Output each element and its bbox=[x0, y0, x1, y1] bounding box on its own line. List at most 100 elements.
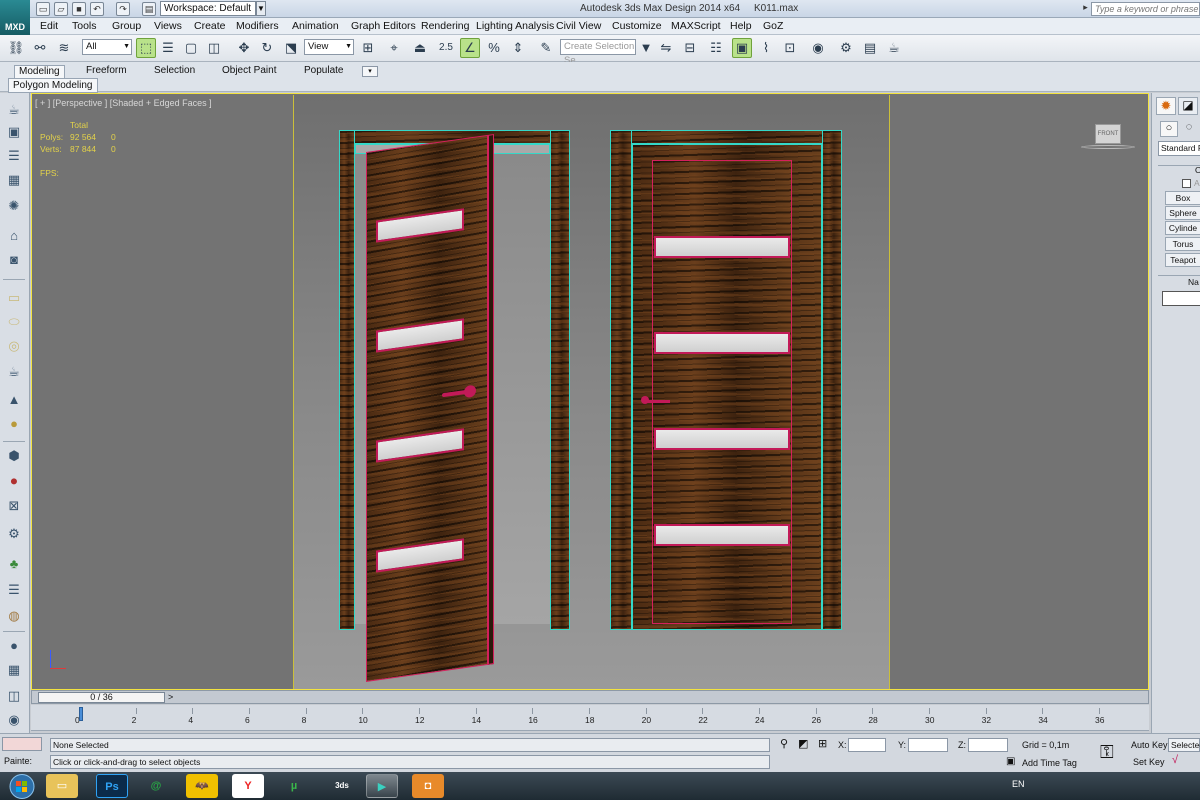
layer-list-icon[interactable]: ☰ bbox=[4, 147, 24, 166]
reference-coord-dropdown[interactable]: View ▼ bbox=[304, 39, 354, 55]
explorer-taskbar-icon[interactable]: ▭ bbox=[46, 774, 78, 798]
time-slider-next[interactable]: > bbox=[168, 692, 173, 702]
3dsmax-launcher-taskbar-icon[interactable]: 3ds bbox=[326, 774, 358, 798]
camera-icon[interactable]: ⌂ bbox=[4, 227, 24, 246]
time-slider[interactable]: 0 / 36 > bbox=[31, 690, 1149, 704]
menu-maxscript[interactable]: MAXScript bbox=[671, 20, 721, 32]
redo-icon[interactable]: ↷ bbox=[116, 2, 130, 16]
mail-agent-taskbar-icon[interactable]: @ bbox=[140, 774, 172, 798]
object-type-dropdown[interactable]: Standard P bbox=[1158, 141, 1200, 156]
light-icon[interactable]: ✺ bbox=[4, 197, 24, 216]
utorrent-taskbar-icon[interactable]: µ bbox=[278, 774, 310, 798]
rendered-frame-icon[interactable]: ▤ bbox=[860, 38, 880, 58]
stairs-icon[interactable]: ☰ bbox=[4, 581, 24, 600]
menu-customize[interactable]: Customize bbox=[612, 20, 662, 32]
tab-modeling[interactable]: Modeling bbox=[14, 65, 65, 79]
select-object-icon[interactable]: ⬚ bbox=[136, 38, 156, 58]
shapes-icon[interactable]: ◌ bbox=[1180, 121, 1198, 137]
schematic-view-icon[interactable]: ⊡ bbox=[780, 38, 800, 58]
start-button-icon[interactable] bbox=[6, 773, 38, 800]
tab-selection[interactable]: Selection bbox=[150, 65, 199, 79]
add-time-tag-button[interactable]: Add Time Tag bbox=[1022, 758, 1077, 768]
modify-tab-icon[interactable]: ◪ bbox=[1178, 97, 1198, 115]
menu-modifiers[interactable]: Modifiers bbox=[236, 20, 279, 32]
percent-snap-icon[interactable]: % bbox=[484, 38, 504, 58]
sphere-primitive-icon[interactable]: ⬭ bbox=[4, 313, 24, 332]
menu-tools[interactable]: Tools bbox=[72, 20, 97, 32]
lock-selection-icon[interactable]: ⚲ bbox=[780, 737, 788, 750]
particles-icon[interactable]: ⚫ bbox=[4, 473, 24, 492]
material-editor-icon[interactable]: ◉ bbox=[808, 38, 828, 58]
save-file-icon[interactable]: ■ bbox=[72, 2, 86, 16]
snaps-toggle-button[interactable]: 2.5 bbox=[436, 38, 456, 58]
y-coordinate-input[interactable] bbox=[908, 738, 948, 752]
media-taskbar-icon[interactable]: ◘ bbox=[412, 774, 444, 798]
render-setup-icon[interactable]: ⚙ bbox=[836, 38, 856, 58]
rotate-icon[interactable]: ↻ bbox=[257, 38, 277, 58]
curve-editor-icon[interactable]: ⌇ bbox=[756, 38, 776, 58]
tab-object-paint[interactable]: Object Paint bbox=[218, 65, 280, 79]
sphere-icon[interactable]: ● bbox=[4, 637, 24, 656]
tab-populate[interactable]: Populate bbox=[300, 65, 347, 79]
ribbon-options-icon[interactable]: ▾ bbox=[362, 66, 378, 77]
select-link-icon[interactable]: ⛓ bbox=[6, 38, 26, 58]
name-color-rollout-label[interactable]: Na bbox=[1188, 277, 1199, 287]
spinner-snap-icon[interactable]: ⇕ bbox=[508, 38, 528, 58]
rectangular-selection-icon[interactable]: ▢ bbox=[181, 38, 201, 58]
menu-create[interactable]: Create bbox=[194, 20, 226, 32]
window-crossing-icon[interactable]: ◫ bbox=[204, 38, 224, 58]
time-slider-thumb[interactable]: 0 / 36 bbox=[38, 692, 165, 703]
isolate-icon[interactable]: ◩ bbox=[798, 737, 808, 750]
door1-frame-left[interactable] bbox=[339, 130, 355, 630]
language-indicator[interactable]: EN bbox=[1012, 779, 1025, 789]
menu-goz[interactable]: GoZ bbox=[763, 20, 783, 32]
open-file-icon[interactable]: ▱ bbox=[54, 2, 68, 16]
foliage-icon[interactable]: ♣ bbox=[4, 555, 24, 574]
door2-frame-head[interactable] bbox=[610, 130, 842, 144]
named-selection-input[interactable]: Create Selection Se bbox=[560, 39, 636, 66]
door1-leaf[interactable] bbox=[366, 94, 494, 687]
menu-rendering[interactable]: Rendering bbox=[421, 20, 469, 32]
render-teapot-icon[interactable]: ☕ bbox=[884, 38, 904, 58]
autogrid-checkbox[interactable] bbox=[1182, 179, 1191, 188]
teapot-icon[interactable]: ☕ bbox=[4, 101, 24, 120]
door2-frame-right[interactable] bbox=[822, 130, 842, 630]
ribbon-toggle-icon[interactable]: ▣ bbox=[732, 38, 752, 58]
menu-group[interactable]: Group bbox=[112, 20, 141, 32]
photoshop-taskbar-icon[interactable]: Ps bbox=[96, 774, 128, 798]
bat-taskbar-icon[interactable]: 🦇 bbox=[186, 774, 218, 798]
search-input[interactable]: Type a keyword or phrase bbox=[1091, 2, 1200, 16]
yandex-taskbar-icon[interactable]: Y bbox=[232, 774, 264, 798]
track-bar[interactable]: 0 2 4 6 8 10 12 14 16 18 20 22 24 26 28 30 32 34 36 bbox=[31, 705, 1149, 731]
unlink-icon[interactable]: ⚯ bbox=[30, 38, 50, 58]
create-tab-icon[interactable]: ✹ bbox=[1156, 97, 1176, 115]
menu-help[interactable]: Help bbox=[730, 20, 752, 32]
project-folder-icon[interactable]: ▤ bbox=[142, 2, 156, 16]
perspective-viewport[interactable]: [ + ] [Perspective ] [Shaded + Edged Fac… bbox=[31, 93, 1149, 690]
torus-primitive-icon[interactable]: ◎ bbox=[4, 337, 24, 356]
object-name-input[interactable] bbox=[1162, 291, 1200, 306]
cylinder-button[interactable]: Cylinde bbox=[1165, 221, 1200, 235]
sphere-button[interactable]: Sphere bbox=[1165, 206, 1200, 220]
selection-filter-dropdown[interactable]: All ▼ bbox=[82, 39, 132, 55]
3dsmax-taskbar-icon[interactable]: ▶ bbox=[366, 774, 398, 798]
app-logo[interactable]: MXD bbox=[0, 0, 30, 36]
object-type-rollout-label[interactable]: O bbox=[1195, 165, 1200, 175]
view-cube-compass[interactable] bbox=[1081, 145, 1135, 149]
teapot-button[interactable]: Teapot bbox=[1165, 253, 1200, 267]
table-icon[interactable]: ▦ bbox=[4, 171, 24, 190]
time-tag-icon[interactable]: ▣ bbox=[1006, 756, 1015, 767]
menu-lighting-analysis[interactable]: Lighting Analysis bbox=[476, 20, 554, 32]
edit-named-selection-icon[interactable]: ✎ bbox=[536, 38, 556, 58]
door1-frame-right[interactable] bbox=[550, 130, 570, 630]
key-filter-dropdown[interactable]: Selected bbox=[1168, 738, 1200, 752]
video-camera-icon[interactable]: ◙ bbox=[4, 251, 24, 270]
keyboard-shortcut-icon[interactable]: ⏏ bbox=[410, 38, 430, 58]
teapot-primitive-icon[interactable]: ☕ bbox=[4, 363, 24, 382]
z-coordinate-input[interactable] bbox=[968, 738, 1008, 752]
menu-views[interactable]: Views bbox=[154, 20, 182, 32]
geosphere-icon[interactable]: ● bbox=[4, 415, 24, 434]
door2-leaf[interactable] bbox=[652, 160, 792, 624]
pivot-center-icon[interactable]: ⊞ bbox=[358, 38, 378, 58]
door2-frame-left[interactable] bbox=[610, 130, 632, 630]
